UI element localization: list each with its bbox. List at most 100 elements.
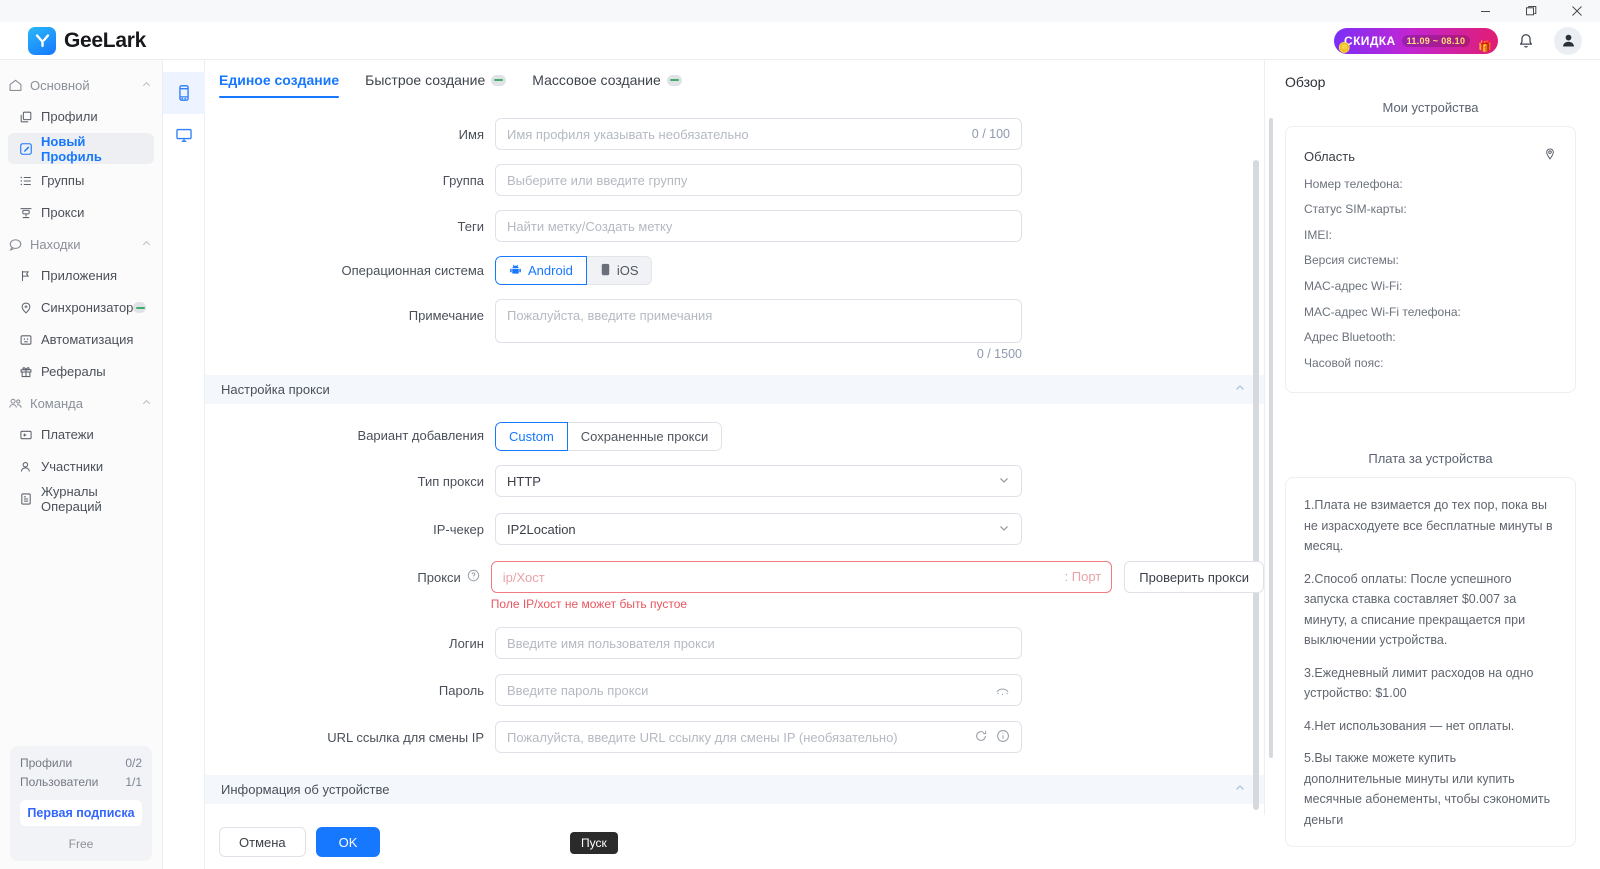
- proxy-type-select[interactable]: HTTP: [495, 465, 1022, 497]
- tab-quick-creation[interactable]: Быстрое создание: [365, 72, 507, 97]
- fee-item: 3.Ежедневный лимит расходов на одно устр…: [1304, 665, 1534, 701]
- sidebar-item-profiles[interactable]: Профили: [8, 101, 154, 132]
- device-sim-row: Статус SIM-карты:: [1304, 202, 1407, 217]
- tab-bulk-creation[interactable]: Массовое создание: [532, 72, 682, 97]
- ip-checker-select[interactable]: IP2Location: [495, 513, 1022, 545]
- right-panel-scrollbar[interactable]: [1269, 118, 1273, 758]
- login-placeholder: Введите имя пользователя прокси: [507, 635, 715, 651]
- sidebar-item-automation[interactable]: Автоматизация: [8, 324, 154, 355]
- sidebar-item-label: Приложения: [41, 268, 118, 283]
- payments-icon: [18, 427, 33, 442]
- window-minimize-button[interactable]: [1462, 0, 1508, 22]
- info-circle-icon[interactable]: [996, 729, 1010, 746]
- proxy-input-wrap: ip/Хост : Порт Поле IP/хост не может быт…: [490, 561, 1264, 611]
- tab-label: Массовое создание: [532, 72, 661, 88]
- app-header: GeeLark 🪙 СКИДКА 11.09 ~ 08.10 🎁: [0, 22, 1600, 60]
- os-segmented-control: Android iOS: [495, 256, 653, 285]
- sidebar-nav: Основной Профили Новый Профиль Группы Пр…: [0, 60, 162, 746]
- promo-banner[interactable]: 🪙 СКИДКА 11.09 ~ 08.10 🎁: [1334, 27, 1498, 54]
- sidebar-group-discover[interactable]: Находки: [0, 229, 162, 259]
- variant-option-custom[interactable]: Custom: [495, 422, 568, 451]
- chevron-up-icon: [1234, 382, 1246, 397]
- sidebar-item-label: Автоматизация: [41, 332, 134, 347]
- members-icon: [18, 459, 33, 474]
- sidebar-item-sync[interactable]: Синхронизатор: [8, 292, 154, 323]
- tab-single-creation[interactable]: Единое создание: [219, 72, 340, 98]
- notifications-bell-icon[interactable]: [1512, 27, 1540, 55]
- window-maximize-button[interactable]: [1508, 0, 1554, 22]
- main-scrollbar[interactable]: [1253, 160, 1259, 810]
- chevron-up-icon: [141, 78, 152, 93]
- note-textarea[interactable]: Пожалуйста, введите примечания: [495, 299, 1022, 343]
- tags-label: Теги: [457, 219, 484, 234]
- sidebar-item-label: Журналы Операций: [41, 483, 102, 514]
- ok-button[interactable]: OK: [315, 827, 381, 857]
- desktop-device-icon[interactable]: [163, 114, 205, 156]
- proxy-label-text: Прокси: [417, 570, 461, 585]
- quota-card: Профили 0/2 Пользователи 1/1 Первая подп…: [10, 746, 152, 861]
- creation-mode-tabs: Единое создание Быстрое создание Массово…: [205, 60, 1264, 104]
- sidebar-group-main[interactable]: Основной: [0, 70, 162, 100]
- groups-icon: [18, 173, 33, 188]
- refresh-icon[interactable]: [974, 729, 988, 746]
- proxy-host-input[interactable]: ip/Хост : Порт: [490, 561, 1113, 593]
- group-label: Группа: [442, 173, 484, 188]
- location-pin-icon[interactable]: [1543, 144, 1557, 170]
- referral-icon: [18, 364, 33, 379]
- device-phone-row: Номер телефона:: [1304, 176, 1403, 191]
- eye-off-icon[interactable]: [995, 683, 1010, 698]
- sidebar-item-operation-logs[interactable]: Журналы Операций: [8, 483, 154, 514]
- name-input[interactable]: Имя профиля указывать необязательно 0 / …: [495, 118, 1022, 150]
- window-close-button[interactable]: [1554, 0, 1600, 22]
- tags-placeholder: Найти метку/Создать метку: [507, 218, 673, 234]
- sidebar-item-payments[interactable]: Платежи: [8, 419, 154, 450]
- device-bluetooth-row: Адрес Bluetooth:: [1304, 330, 1396, 345]
- chevron-down-icon: [998, 474, 1010, 489]
- variant-option-saved[interactable]: Сохраненные прокси: [566, 422, 723, 451]
- sidebar-item-label: Рефералы: [41, 364, 106, 379]
- sidebar-item-new-profile[interactable]: Новый Профиль: [8, 133, 154, 164]
- os-option-ios[interactable]: iOS: [585, 256, 653, 285]
- sidebar-item-label: Группы: [41, 173, 85, 188]
- proxy-login-input[interactable]: Введите имя пользователя прокси: [495, 627, 1022, 659]
- device-phone-wifi-mac-row: MAC-адрес Wi-Fi телефона:: [1304, 304, 1461, 319]
- add-variant-segmented-control: Custom Сохраненные прокси: [495, 422, 723, 451]
- field-row-password: Пароль Введите пароль прокси: [205, 674, 1264, 706]
- sidebar-item-referrals[interactable]: Рефералы: [8, 356, 154, 387]
- form-scroll-area: Имя Имя профиля указывать необязательно …: [205, 104, 1264, 846]
- check-proxy-button[interactable]: Проверить прокси: [1124, 561, 1264, 593]
- sidebar-item-apps[interactable]: Приложения: [8, 260, 154, 291]
- proxy-section-header[interactable]: Настройка прокси: [205, 375, 1264, 404]
- cancel-button[interactable]: Отмена: [219, 827, 306, 857]
- geelark-logo-icon: [28, 26, 56, 55]
- first-subscription-button[interactable]: Первая подписка: [20, 800, 142, 826]
- device-region-label: Область: [1304, 149, 1356, 164]
- sync-icon: [18, 300, 33, 315]
- sidebar-footer: Профили 0/2 Пользователи 1/1 Первая подп…: [0, 746, 162, 869]
- proxy-password-input[interactable]: Введите пароль прокси: [495, 674, 1022, 706]
- os-label: Операционная система: [341, 263, 485, 278]
- team-icon: [8, 396, 23, 411]
- device-section-header[interactable]: Информация об устройстве: [205, 775, 1264, 804]
- note-placeholder: Пожалуйста, введите примечания: [507, 308, 713, 323]
- proxy-port-placeholder: : Порт: [1064, 569, 1102, 584]
- group-input[interactable]: Выберите или введите группу: [495, 164, 1022, 196]
- sidebar: Основной Профили Новый Профиль Группы Пр…: [0, 60, 163, 869]
- sidebar-item-members[interactable]: Участники: [8, 451, 154, 482]
- phone-device-icon[interactable]: [163, 72, 205, 114]
- change-ip-url-input[interactable]: Пожалуйста, введите URL ссылку для смены…: [495, 721, 1022, 753]
- sidebar-item-groups[interactable]: Группы: [8, 165, 154, 196]
- device-section-title: Информация об устройстве: [221, 782, 390, 797]
- sidebar-group-team[interactable]: Команда: [0, 388, 162, 418]
- help-circle-icon[interactable]: [467, 569, 480, 586]
- os-option-android[interactable]: Android: [495, 256, 587, 285]
- sidebar-item-proxy[interactable]: Прокси: [8, 197, 154, 228]
- field-row-proxy-type: Тип прокси HTTP: [205, 465, 1264, 497]
- sidebar-item-label: Участники: [41, 459, 104, 474]
- sidebar-item-label: Прокси: [41, 205, 85, 220]
- sidebar-group-label: Находки: [30, 236, 81, 252]
- url-actions: [974, 729, 1010, 746]
- device-region-row: Область: [1304, 144, 1557, 170]
- user-avatar-icon[interactable]: [1554, 26, 1582, 55]
- tags-input[interactable]: Найти метку/Создать метку: [495, 210, 1022, 242]
